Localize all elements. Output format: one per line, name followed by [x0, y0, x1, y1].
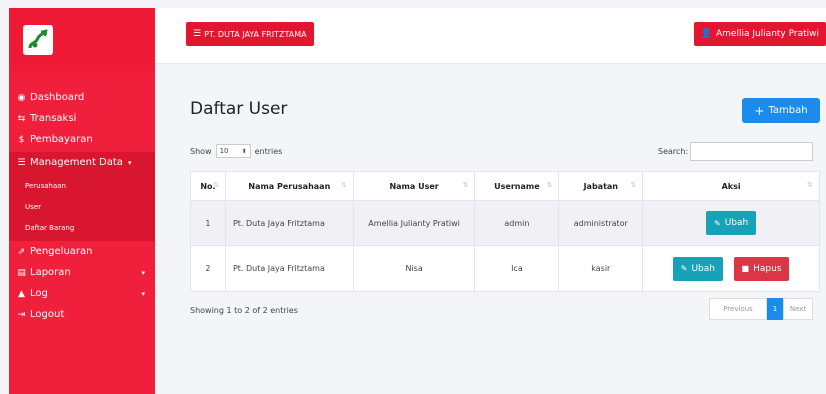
- sort-icon: ⇅: [630, 181, 637, 189]
- sidebar-item-label: Management Data: [30, 157, 123, 168]
- pagination-next[interactable]: Next: [783, 298, 813, 320]
- sidebar-item-laporan[interactable]: ▤ Laporan ▾: [9, 262, 155, 283]
- delete-button[interactable]: ■ Hapus: [733, 256, 790, 281]
- topbar: ☰ PT. DUTA JAYA FRITZTAMA 👤 Amellia Juli…: [155, 8, 826, 64]
- column-header-aksi[interactable]: Aksi ⇅: [642, 171, 820, 201]
- cell-aksi: ✎ Ubah ■ Hapus: [642, 245, 820, 292]
- external-link-icon: ⇗: [17, 246, 26, 257]
- search-input[interactable]: [690, 142, 814, 161]
- search-label: Search:: [658, 147, 689, 156]
- cell-no: 2: [190, 245, 226, 292]
- sort-icon: ⇅: [546, 181, 553, 189]
- submenu-item-daftar-barang[interactable]: Daftar Barang: [9, 217, 155, 238]
- table-info: Showing 1 to 2 of 2 entries: [190, 306, 298, 315]
- sort-icon: ⇅: [807, 181, 813, 189]
- plus-icon: +: [754, 103, 765, 118]
- company-button[interactable]: ☰ PT. DUTA JAYA FRITZTAMA: [186, 22, 314, 46]
- entries-label: entries: [254, 146, 283, 156]
- pagination-previous[interactable]: Previous: [709, 298, 767, 320]
- cell-perusahaan: Pt. Duta Jaya Fritztama: [224, 245, 354, 292]
- show-entries: Show 10 ⬍ entries: [190, 144, 282, 158]
- sort-icon: ⇅: [462, 181, 469, 189]
- edit-button[interactable]: ✎ Ubah: [706, 211, 757, 235]
- sidebar-item-label: Pengeluaran: [30, 246, 93, 257]
- cell-aksi: ✎ Ubah: [642, 200, 820, 246]
- company-name: PT. DUTA JAYA FRITZTAMA: [204, 29, 307, 39]
- entries-select[interactable]: 10 ⬍: [215, 144, 251, 158]
- cell-username: admin: [474, 200, 560, 246]
- chevron-down-icon: ▾: [141, 289, 145, 298]
- edit-icon: ✎: [714, 218, 721, 228]
- user-table: No. ⇅ Nama Perusahaan ⇅ Nama User ⇅ Usernam…: [190, 171, 820, 292]
- search-area: Search:: [658, 142, 814, 161]
- sidebar-item-label: Logout: [30, 309, 65, 320]
- table-row: 2 Pt. Duta Jaya Fritztama Nisa Ica kasir…: [190, 245, 820, 292]
- sort-icon: ⇅: [213, 181, 219, 189]
- cell-username: Ica: [474, 245, 560, 292]
- submenu-item-user[interactable]: User: [9, 196, 155, 217]
- page-title: Daftar User: [190, 99, 288, 119]
- log-icon: ▲: [18, 288, 25, 299]
- show-label: Show: [190, 146, 212, 156]
- column-header-no[interactable]: No. ⇅: [190, 171, 226, 201]
- management-data-submenu: Perusahaan User Daftar Barang: [9, 173, 155, 241]
- sidebar-item-label: Transaksi: [30, 113, 77, 124]
- column-header-jabatan[interactable]: Jabatan ⇅: [558, 171, 644, 201]
- sort-icon: ⇅: [340, 181, 347, 189]
- chevron-down-icon: ▾: [141, 268, 145, 277]
- transaction-icon: ⇆: [17, 113, 26, 124]
- cell-nama-user: Amellia Julianty Pratiwi: [352, 200, 476, 246]
- edit-icon: ✎: [680, 264, 688, 273]
- cell-nama-user: Nisa: [352, 245, 476, 292]
- entries-value: 10: [219, 147, 229, 155]
- cell-jabatan: administrator: [558, 200, 644, 246]
- sidebar-item-label: Log: [30, 288, 48, 299]
- dollar-icon: $: [18, 134, 25, 145]
- sidebar-item-logout[interactable]: ⇥ Logout: [9, 304, 155, 325]
- menu-list-icon: ☰: [193, 29, 202, 39]
- delete-button-label: Hapus: [753, 263, 782, 274]
- add-button-label: Tambah: [768, 105, 808, 116]
- sidebar-item-dashboard[interactable]: ◉ Dashboard: [9, 87, 155, 108]
- cell-jabatan: kasir: [558, 245, 644, 292]
- cell-no: 1: [190, 200, 226, 246]
- sidebar-item-pengeluaran[interactable]: ⇗ Pengeluaran: [9, 241, 155, 262]
- edit-button-label: Ubah: [724, 218, 749, 228]
- sidebar-item-label: Dashboard: [30, 92, 85, 103]
- edit-button-label: Ubah: [691, 263, 715, 274]
- sidebar-item-label: Pembayaran: [30, 134, 93, 145]
- sidebar-item-log[interactable]: ▲ Log ▾: [9, 283, 155, 304]
- pagination: Previous 1 Next: [709, 298, 813, 320]
- select-arrow-icon: ⬍: [241, 147, 247, 155]
- user-icon: 👤: [700, 29, 712, 39]
- report-icon: ▤: [17, 267, 26, 278]
- table-row: 1 Pt. Duta Jaya Fritztama Amellia Julian…: [190, 200, 820, 246]
- user-name: Amellia Julianty Pratiwi: [715, 29, 819, 39]
- sidebar-item-management-data[interactable]: ☰ Management Data ▾: [9, 152, 155, 173]
- menu-list-icon: ☰: [17, 157, 26, 168]
- user-menu-button[interactable]: 👤 Amellia Julianty Pratiwi: [693, 22, 826, 46]
- column-header-username[interactable]: Username ⇅: [474, 171, 560, 201]
- table-header-row: No. ⇅ Nama Perusahaan ⇅ Nama User ⇅ Usernam…: [190, 171, 820, 201]
- logout-icon: ⇥: [17, 309, 26, 320]
- submenu-item-perusahaan[interactable]: Perusahaan: [9, 175, 155, 196]
- logo-icon: [28, 28, 48, 48]
- pagination-page-1[interactable]: 1: [767, 298, 783, 320]
- dashboard-icon: ◉: [17, 92, 26, 103]
- sidebar: ◉ Dashboard ⇆ Transaksi $ Pembayaran ☰ M…: [9, 8, 155, 394]
- trash-icon: ■: [741, 264, 750, 273]
- chevron-down-icon: ▾: [127, 158, 132, 167]
- add-user-button[interactable]: + Tambah: [742, 98, 820, 123]
- app-logo[interactable]: [23, 24, 53, 55]
- sidebar-item-pembayaran[interactable]: $ Pembayaran: [9, 129, 155, 150]
- sidebar-item-label: Laporan: [30, 267, 71, 278]
- column-header-nama-user[interactable]: Nama User ⇅: [352, 171, 476, 201]
- edit-button[interactable]: ✎ Ubah: [672, 256, 723, 281]
- logo-area: [9, 8, 155, 71]
- cell-perusahaan: Pt. Duta Jaya Fritztama: [224, 200, 354, 246]
- sidebar-item-transaksi[interactable]: ⇆ Transaksi: [9, 108, 155, 129]
- column-header-nama-perusahaan[interactable]: Nama Perusahaan ⇅: [224, 171, 354, 201]
- sidebar-nav: ◉ Dashboard ⇆ Transaksi $ Pembayaran ☰ M…: [9, 71, 155, 325]
